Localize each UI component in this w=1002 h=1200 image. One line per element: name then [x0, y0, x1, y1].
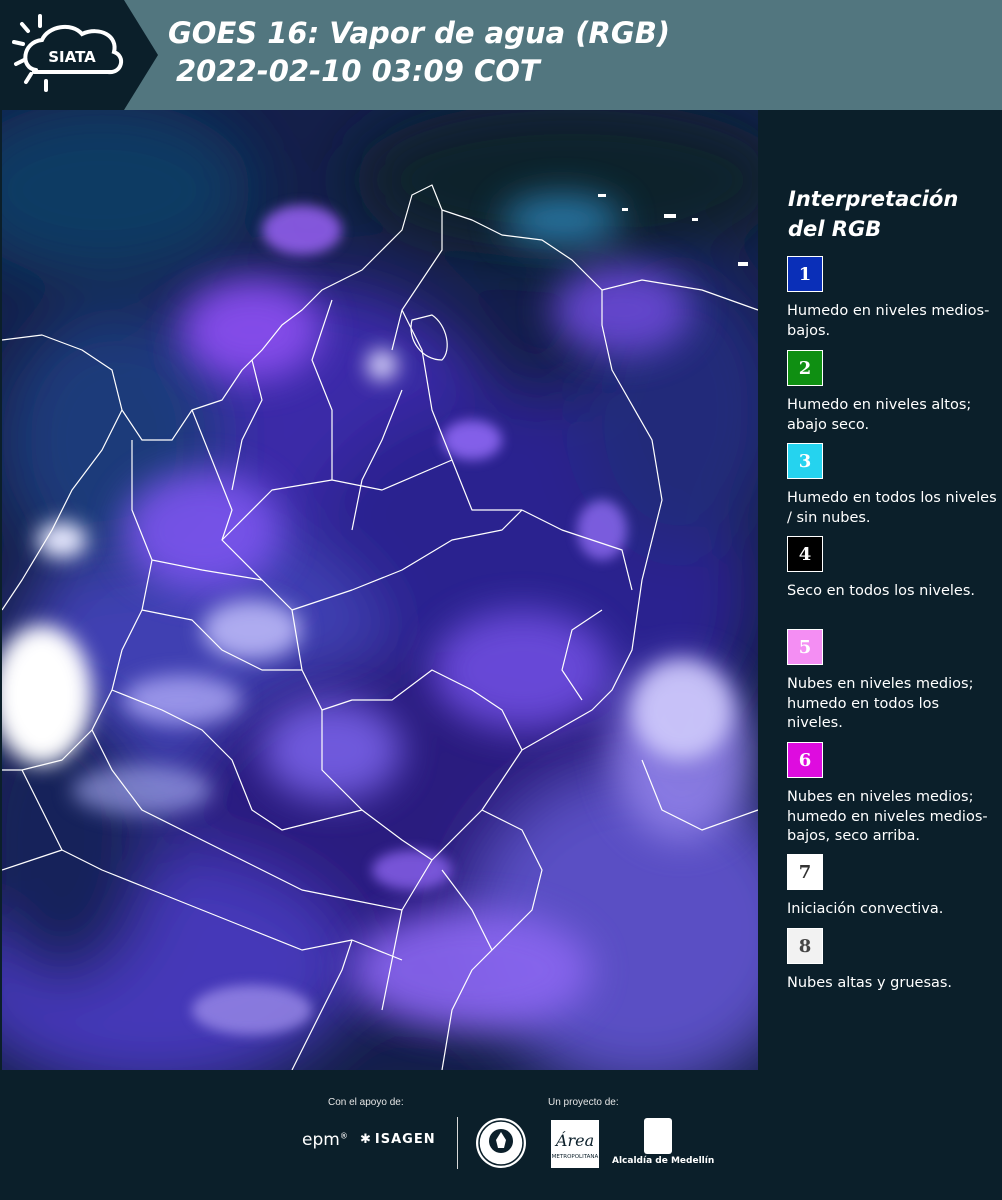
epm-logo: epm®: [302, 1130, 348, 1150]
legend-swatch-3: 3: [787, 443, 823, 479]
svg-text:METROPOLITANA: METROPOLITANA: [552, 1154, 599, 1160]
isagen-star-icon: ✱: [360, 1132, 372, 1147]
siata-logo-box: SIATA: [0, 0, 158, 110]
support-label: Con el apoyo de:: [328, 1097, 404, 1108]
legend-swatch-1: 1: [787, 256, 823, 292]
antioquia-seal-logo: [476, 1118, 526, 1168]
legend-swatch-8: 8: [787, 928, 823, 964]
project-label: Un proyecto de:: [548, 1097, 619, 1108]
legend-item-1: 1 Humedo en niveles medios-bajos.: [787, 256, 997, 341]
page-title: GOES 16: Vapor de agua (RGB): [168, 16, 671, 50]
title-block: GOES 16: Vapor de agua (RGB) 2022-02-10 …: [168, 14, 670, 90]
legend-item-6: 6 Nubes en niveles medios; humedo en niv…: [787, 742, 997, 847]
legend-title: Interpretación del RGB: [788, 187, 959, 241]
legend-item-7: 7 Iniciación convectiva.: [787, 854, 997, 920]
legend-item-5: 5 Nubes en niveles medios; humedo en tod…: [787, 629, 997, 734]
legend-text-1: Humedo en niveles medios-bajos.: [787, 303, 990, 339]
legend-swatch-6: 6: [787, 742, 823, 778]
legend-item-4: 4 Seco en todos los niveles.: [787, 536, 997, 602]
legend-text-8: Nubes altas y gruesas.: [787, 975, 953, 991]
alcaldia-emblem-icon: [644, 1118, 672, 1154]
footer-divider: [457, 1117, 458, 1169]
svg-text:SIATA: SIATA: [48, 48, 96, 66]
timestamp-title: 2022-02-10 03:09 COT: [176, 54, 540, 88]
rgb-legend: Interpretación del RGB 1 Humedo en nivel…: [760, 110, 1002, 1070]
legend-swatch-2: 2: [787, 350, 823, 386]
water-vapor-imagery: [2, 110, 758, 1070]
legend-text-2: Humedo en niveles altos; abajo seco.: [787, 397, 972, 433]
legend-item-8: 8 Nubes altas y gruesas.: [787, 928, 997, 994]
area-metropolitana-logo: Área METROPOLITANA: [551, 1120, 599, 1168]
siata-logo-icon: SIATA: [12, 14, 124, 92]
legend-swatch-4: 4: [787, 536, 823, 572]
legend-text-4: Seco en todos los niveles.: [787, 583, 975, 599]
isagen-logo: ✱ ISAGEN: [360, 1132, 436, 1147]
satellite-map: [2, 110, 758, 1070]
legend-text-6: Nubes en niveles medios; humedo en nivel…: [787, 789, 988, 844]
legend-item-2: 2 Humedo en niveles altos; abajo seco.: [787, 350, 997, 435]
legend-text-5: Nubes en niveles medios; humedo en todos…: [787, 676, 974, 731]
legend-swatch-5: 5: [787, 629, 823, 665]
legend-text-3: Humedo en todos los niveles / sin nubes.: [787, 490, 997, 526]
header-bar: SIATA GOES 16: Vapor de agua (RGB) 2022-…: [0, 0, 1002, 110]
alcaldia-logo: Alcaldía de Medellín: [612, 1118, 714, 1166]
svg-text:Área: Área: [554, 1130, 594, 1150]
legend-item-3: 3 Humedo en todos los niveles / sin nube…: [787, 443, 997, 528]
legend-swatch-7: 7: [787, 854, 823, 890]
legend-text-7: Iniciación convectiva.: [787, 901, 944, 917]
footer: Con el apoyo de: Un proyecto de: epm® ✱ …: [0, 1070, 1002, 1200]
